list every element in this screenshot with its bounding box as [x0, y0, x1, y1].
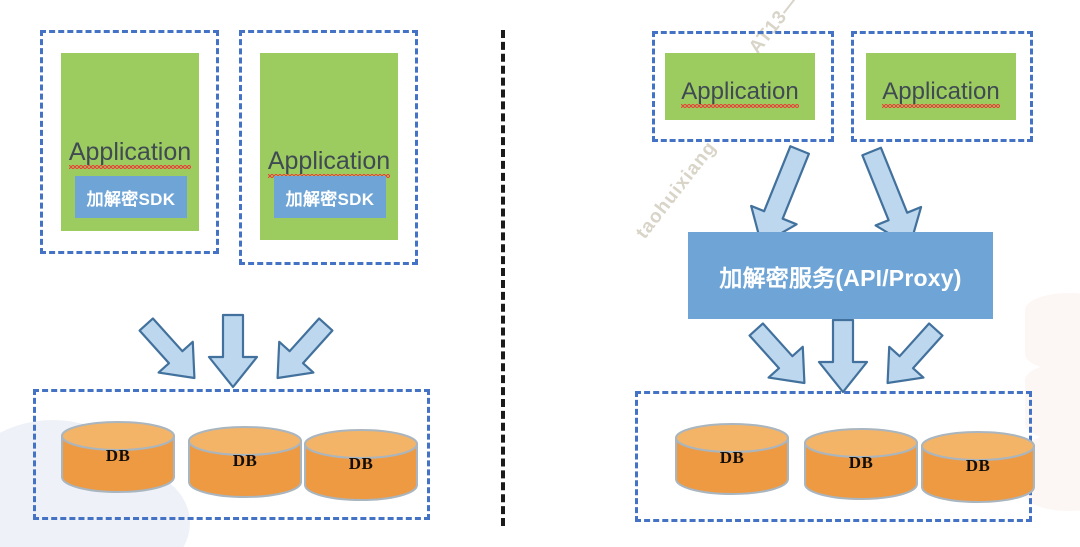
database-cylinder	[61, 421, 175, 493]
diagram-canvas: AT13—D-DLP taohuixiang Application 加解密SD…	[0, 0, 1080, 547]
arrow-left-tilted	[138, 317, 196, 380]
sdk-box-2: 加解密SDK	[274, 176, 386, 218]
app-label-4: Application	[882, 77, 1001, 109]
sdk-box-1: 加解密SDK	[75, 176, 187, 218]
database-cylinder	[304, 429, 418, 501]
arrow-left-tilted	[748, 322, 806, 385]
arrow-down	[817, 318, 869, 394]
panel-divider	[501, 30, 505, 526]
app-label-3: Application	[681, 77, 800, 109]
app-label-2: Application	[267, 146, 391, 179]
database-cylinder	[921, 431, 1035, 503]
database-cylinder	[675, 423, 789, 495]
app-box-3: Application	[665, 53, 815, 120]
encryption-service-label: 加解密服务(API/Proxy)	[719, 264, 962, 291]
database-cylinder	[804, 428, 918, 500]
database-cylinder	[188, 426, 302, 498]
encryption-service-box: 加解密服务(API/Proxy)	[688, 232, 993, 319]
arrow-right-tilted	[276, 317, 334, 380]
app-label-1: Application	[68, 137, 192, 170]
watermark-taohuixiang: taohuixiang	[632, 137, 721, 243]
sdk-label-2: 加解密SDK	[285, 189, 375, 209]
app-box-4: Application	[866, 53, 1016, 120]
arrow-down	[207, 313, 259, 389]
sdk-label-1: 加解密SDK	[86, 189, 176, 209]
arrow-right-tilted	[886, 322, 944, 385]
